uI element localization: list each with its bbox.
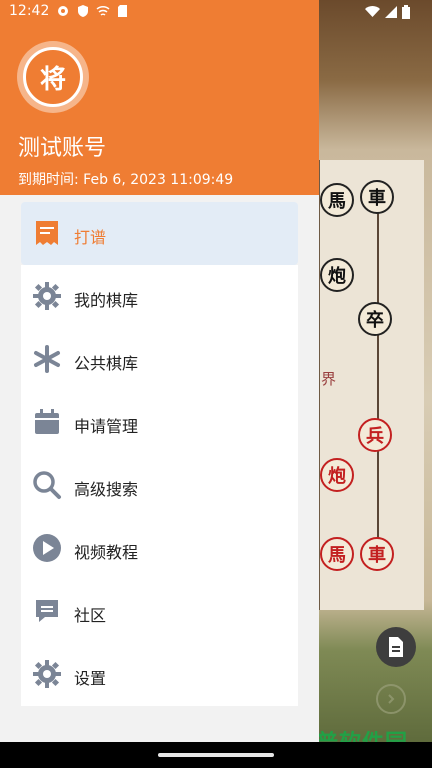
status-bar: 12:42 bbox=[0, 0, 432, 25]
menu-item-label: 打谱 bbox=[74, 228, 107, 247]
menu-item-label: 社区 bbox=[74, 606, 107, 625]
calendar-icon bbox=[31, 406, 63, 438]
chess-piece: 卒 bbox=[358, 302, 392, 336]
status-time: 12:42 bbox=[9, 3, 50, 19]
expiry-text: 到期时间: Feb 6, 2023 11:09:49 bbox=[18, 169, 233, 189]
menu-item-my-library[interactable]: 我的棋库 bbox=[21, 265, 298, 328]
sd-card-icon bbox=[118, 5, 128, 17]
menu-item-record[interactable]: 打谱 bbox=[21, 202, 298, 265]
chess-piece: 車 bbox=[360, 537, 394, 571]
river-label: 界 bbox=[321, 370, 337, 388]
board-line bbox=[377, 195, 379, 555]
menu-item-label: 我的棋库 bbox=[74, 291, 139, 310]
menu-item-video-tutorial[interactable]: 视频教程 bbox=[21, 517, 298, 580]
menu-item-settings[interactable]: 设置 bbox=[21, 643, 298, 706]
expiry-value: Feb 6, 2023 11:09:49 bbox=[83, 172, 234, 188]
account-name: 测试账号 bbox=[18, 136, 107, 161]
expiry-label: 到期时间: bbox=[18, 172, 79, 188]
menu-item-label: 申请管理 bbox=[74, 417, 139, 436]
chess-piece: 馬 bbox=[320, 537, 354, 571]
settings-icon bbox=[31, 658, 63, 690]
scroll-icon bbox=[31, 217, 63, 249]
wifi-icon bbox=[365, 6, 380, 17]
signal-icon bbox=[385, 6, 397, 18]
menu-item-label: 设置 bbox=[74, 669, 107, 688]
chess-piece: 炮 bbox=[320, 458, 354, 492]
chevron-right-icon bbox=[388, 694, 395, 704]
play-icon bbox=[31, 532, 63, 564]
home-gesture-handle[interactable] bbox=[158, 753, 274, 757]
file-icon bbox=[389, 637, 403, 657]
file-button[interactable] bbox=[376, 627, 416, 667]
message-icon bbox=[31, 595, 63, 627]
chess-piece: 炮 bbox=[320, 258, 354, 292]
wifi-off-icon bbox=[96, 5, 110, 16]
menu-item-public-library[interactable]: 公共棋库 bbox=[21, 328, 298, 391]
settings-status-icon bbox=[58, 6, 69, 16]
app-logo: 将 bbox=[17, 41, 89, 113]
chess-piece: 兵 bbox=[358, 418, 392, 452]
menu-item-advanced-search[interactable]: 高级搜索 bbox=[21, 454, 298, 517]
menu-item-label: 高级搜索 bbox=[74, 480, 139, 499]
search-icon bbox=[31, 469, 63, 501]
drawer-header: 将 测试账号 到期时间: Feb 6, 2023 11:09:49 bbox=[0, 0, 319, 195]
logo-icon: 将 bbox=[23, 47, 83, 107]
chess-piece: 馬 bbox=[320, 183, 354, 217]
next-button[interactable] bbox=[376, 684, 406, 714]
chess-piece: 車 bbox=[360, 180, 394, 214]
menu-item-community[interactable]: 社区 bbox=[21, 580, 298, 643]
menu-item-label: 视频教程 bbox=[74, 543, 139, 562]
asterisk-icon bbox=[31, 343, 63, 375]
shield-icon bbox=[78, 5, 89, 17]
gear-icon bbox=[31, 280, 63, 312]
battery-icon bbox=[402, 5, 410, 19]
drawer-menu: 打谱 我的棋库 公共棋库 申请管理 高级搜索 视频教程 社区 设置 bbox=[21, 202, 298, 706]
menu-item-applications[interactable]: 申请管理 bbox=[21, 391, 298, 454]
navigation-drawer: 将 测试账号 到期时间: Feb 6, 2023 11:09:49 打谱 我的棋… bbox=[0, 0, 319, 742]
menu-item-label: 公共棋库 bbox=[74, 354, 139, 373]
